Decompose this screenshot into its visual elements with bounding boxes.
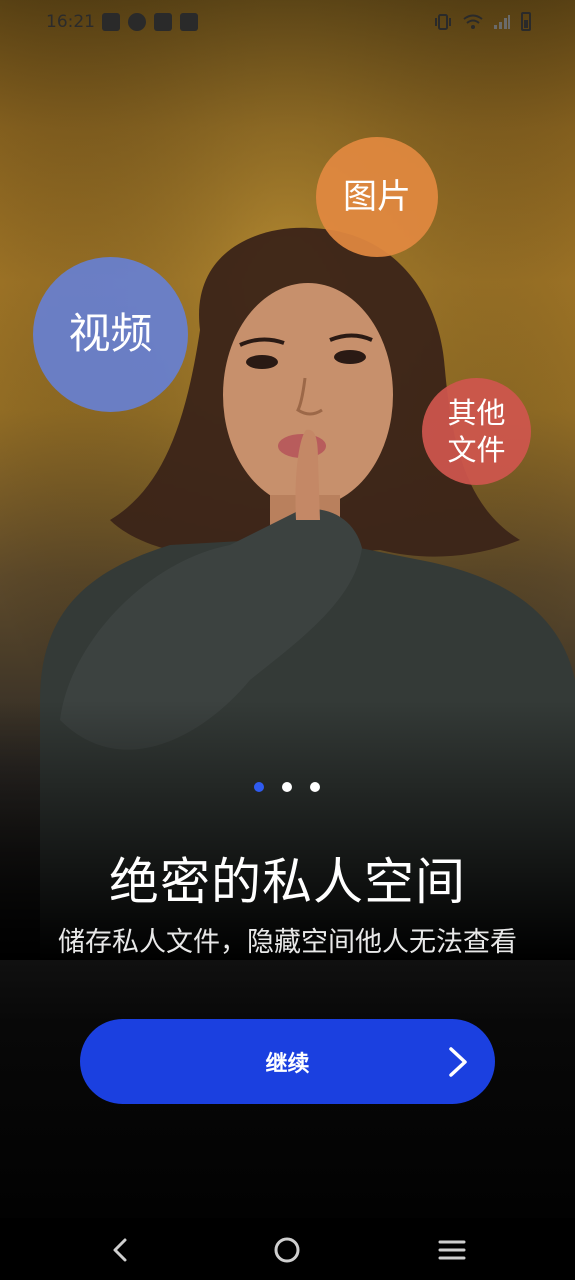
- photo-bubble-label: 图片: [343, 176, 411, 217]
- continue-button-label: 继续: [265, 1051, 310, 1077]
- mail-icon: [180, 13, 198, 31]
- home-icon: [274, 1237, 300, 1263]
- pager-dot-3[interactable]: [310, 782, 320, 792]
- pager-dot-2[interactable]: [282, 782, 292, 792]
- continue-button[interactable]: 继续: [80, 1019, 495, 1104]
- other-files-line1: 其他: [447, 396, 506, 431]
- pager-dots: [254, 782, 320, 792]
- back-icon: [113, 1238, 127, 1262]
- pager-dot-1[interactable]: [254, 782, 264, 792]
- calendar-icon: [154, 13, 172, 31]
- recents-icon: [438, 1240, 466, 1260]
- home-button[interactable]: [267, 1232, 307, 1268]
- video-bubble-label: 视频: [68, 309, 153, 359]
- message-icon: [102, 13, 120, 31]
- video-bubble: 视频: [33, 257, 188, 412]
- onboarding-screen: 16:21 视频 图片 其他 文件 绝密的私人空间 储存私人文件，隐藏空间他人无…: [0, 0, 575, 1280]
- back-button[interactable]: [100, 1232, 140, 1268]
- recents-button[interactable]: [432, 1232, 472, 1268]
- other-files-line2: 文件: [447, 432, 506, 467]
- notification-icons: [102, 13, 198, 31]
- check-circle-icon: [128, 13, 146, 31]
- signal-icon: [494, 14, 510, 29]
- chevron-right-icon: [449, 1047, 467, 1077]
- wifi-icon: [463, 14, 483, 29]
- battery-icon: [521, 12, 531, 31]
- status-bar: 16:21: [0, 0, 575, 48]
- system-icons: [433, 12, 531, 31]
- page-subtitle: 储存私人文件，隐藏空间他人无法查看: [58, 927, 517, 958]
- status-time: 16:21: [46, 12, 95, 32]
- vibrate-icon: [435, 13, 451, 30]
- photo-bubble: 图片: [316, 137, 438, 257]
- page-title: 绝密的私人空间: [109, 853, 466, 911]
- navigation-bar: [0, 1218, 575, 1280]
- other-files-bubble: 其他 文件: [422, 378, 531, 485]
- other-files-bubble-label: 其他 文件: [447, 395, 505, 468]
